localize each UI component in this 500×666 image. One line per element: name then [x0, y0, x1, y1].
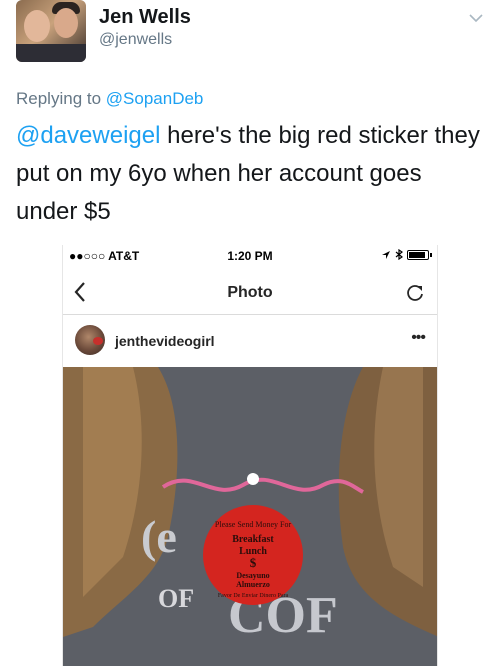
reply-prefix: Replying to	[16, 89, 106, 108]
sticker-text-5: Desayuno	[236, 571, 269, 580]
status-right-icons	[381, 249, 432, 260]
author-handle[interactable]: @jenwells	[99, 31, 172, 49]
photo-shirt-text-of: OF	[158, 584, 194, 613]
sticker-text-6: Almuerzo	[236, 580, 270, 589]
attached-screenshot[interactable]: ●●○○○ AT&T 1:20 PM Photo jenthevideogirl…	[62, 245, 438, 666]
avatar-shirt	[16, 44, 86, 62]
reply-to-link[interactable]: @SopanDeb	[106, 89, 204, 108]
photo-shirt-flower	[247, 473, 259, 485]
replying-to: Replying to @SopanDeb	[16, 89, 203, 109]
location-arrow-icon	[382, 250, 390, 259]
bluetooth-icon	[395, 249, 403, 260]
tweet-text: @daveweigel here's the big red sticker t…	[16, 117, 486, 231]
ellipsis-icon[interactable]: •••	[411, 329, 426, 347]
sticker-text-1: Please Send Money For	[215, 520, 292, 529]
post-username[interactable]: jenthevideogirl	[115, 333, 215, 349]
author-name[interactable]: Jen Wells	[99, 6, 191, 29]
avatar-face-right	[54, 8, 78, 38]
photo-navbar: Photo	[63, 271, 437, 315]
chevron-down-icon[interactable]	[468, 10, 484, 26]
status-bar: ●●○○○ AT&T 1:20 PM	[63, 245, 437, 267]
refresh-icon[interactable]	[405, 283, 425, 303]
sticker-text-4: $	[250, 555, 257, 570]
post-photo[interactable]: (e OF COF Please Send Money For Breakfas…	[63, 367, 438, 666]
post-user-avatar[interactable]	[75, 325, 105, 355]
sticker-text-2: Breakfast	[232, 534, 274, 545]
avatar-face-left	[24, 10, 50, 42]
navbar-title: Photo	[227, 284, 273, 301]
mention-link[interactable]: @daveweigel	[16, 122, 160, 149]
battery-icon	[407, 249, 432, 260]
photo-shirt-letters-top: (e	[141, 511, 177, 562]
post-header: jenthevideogirl •••	[63, 319, 437, 367]
sticker-text-7: Favor De Enviar Dinero Para	[218, 593, 289, 599]
author-avatar[interactable]	[16, 0, 86, 62]
